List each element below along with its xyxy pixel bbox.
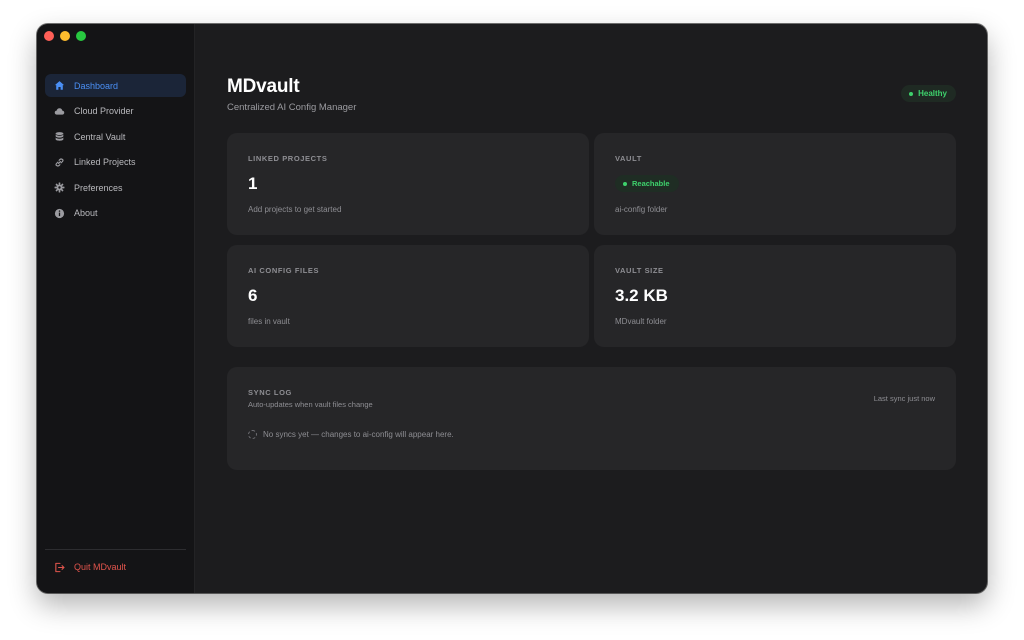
- sync-log-subtitle: Auto-updates when vault files change: [248, 400, 373, 409]
- sidebar-item-label: Preferences: [74, 182, 123, 193]
- card-value: 6: [248, 286, 258, 305]
- zoom-window-button[interactable]: [76, 31, 86, 41]
- status-dot-icon: [623, 181, 627, 186]
- link-icon: [54, 157, 65, 168]
- card-value: 1: [248, 174, 258, 193]
- card-label: VAULT SIZE: [615, 266, 664, 275]
- sidebar-item-label: Dashboard: [74, 80, 119, 91]
- card-label: LINKED PROJECTS: [248, 154, 328, 163]
- card-caption: Add projects to get started: [248, 205, 342, 214]
- last-sync-text: Last sync just now: [873, 394, 935, 403]
- ai-config-files-card[interactable]: AI CONFIG FILES 6 files in vault: [227, 245, 589, 347]
- sync-log-title: SYNC LOG: [248, 388, 292, 397]
- sidebar-item-label: About: [74, 208, 98, 219]
- card-caption: MDvault folder: [615, 317, 667, 326]
- sidebar-item-about[interactable]: About: [45, 202, 186, 225]
- card-caption: files in vault: [248, 317, 290, 326]
- cloud-icon: [54, 106, 65, 117]
- info-icon: [54, 208, 65, 219]
- window-controls: [44, 31, 86, 41]
- sync-log-empty-state: No syncs yet — changes to ai-config will…: [248, 430, 454, 439]
- home-icon: [54, 80, 65, 91]
- status-badge: Healthy: [901, 85, 956, 102]
- sync-log-panel: SYNC LOG Auto-updates when vault files c…: [227, 367, 956, 470]
- minimize-window-button[interactable]: [60, 31, 70, 41]
- sidebar-item-linked-projects[interactable]: Linked Projects: [45, 151, 186, 174]
- vault-status-label: Reachable: [632, 179, 670, 188]
- card-label: AI CONFIG FILES: [248, 266, 320, 275]
- vault-card[interactable]: VAULT Reachable ai-config folder: [594, 133, 956, 235]
- sidebar-item-label: Linked Projects: [74, 157, 136, 168]
- sidebar-item-label: Central Vault: [74, 131, 126, 142]
- sidebar-nav: Dashboard Cloud Provider Central Vault L…: [45, 74, 186, 228]
- vault-status-badge: Reachable: [615, 175, 679, 192]
- vault-size-card[interactable]: VAULT SIZE 3.2 KB MDvault folder: [594, 245, 956, 347]
- card-value: 3.2 KB: [615, 286, 668, 305]
- linked-projects-card[interactable]: LINKED PROJECTS 1 Add projects to get st…: [227, 133, 589, 235]
- spinner-icon: [248, 430, 257, 439]
- quit-button[interactable]: Quit MDvault: [45, 557, 186, 577]
- sidebar-divider: [45, 549, 186, 550]
- database-icon: [54, 131, 65, 142]
- card-caption: ai-config folder: [615, 205, 668, 214]
- page-subtitle: Centralized AI Config Manager: [227, 102, 357, 113]
- quit-label: Quit MDvault: [74, 562, 127, 572]
- sync-log-empty-message: No syncs yet — changes to ai-config will…: [263, 430, 454, 439]
- gear-icon: [54, 182, 65, 193]
- status-badge-label: Healthy: [918, 89, 947, 98]
- sidebar-item-cloud-provider[interactable]: Cloud Provider: [45, 100, 186, 123]
- sidebar: Dashboard Cloud Provider Central Vault L…: [37, 24, 195, 593]
- main-content: MDvault Centralized AI Config Manager He…: [195, 24, 987, 593]
- sidebar-item-preferences[interactable]: Preferences: [45, 176, 186, 199]
- sidebar-item-central-vault[interactable]: Central Vault: [45, 125, 186, 148]
- close-window-button[interactable]: [44, 31, 54, 41]
- logout-icon: [54, 562, 65, 573]
- card-label: VAULT: [615, 154, 642, 163]
- status-dot-icon: [909, 91, 914, 96]
- page-title: MDvault: [227, 76, 300, 97]
- app-window: Dashboard Cloud Provider Central Vault L…: [37, 24, 987, 593]
- sidebar-item-dashboard[interactable]: Dashboard: [45, 74, 186, 97]
- sidebar-item-label: Cloud Provider: [74, 106, 134, 117]
